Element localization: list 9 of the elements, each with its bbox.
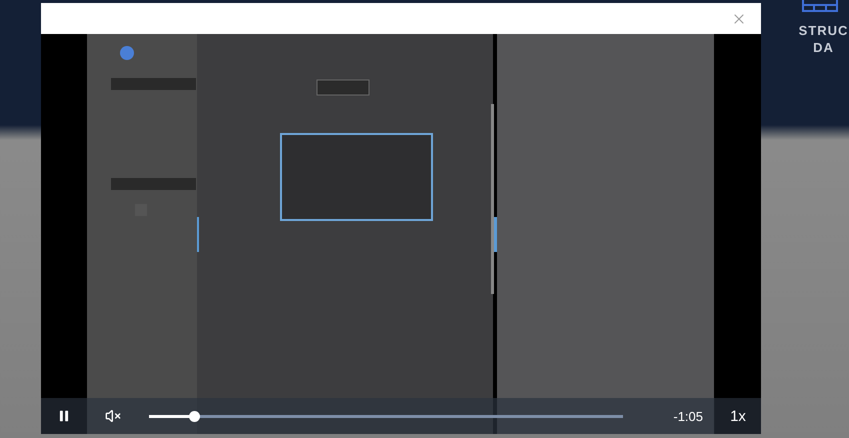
pause-icon [57,409,71,423]
pause-button[interactable] [41,398,87,434]
heading-text: STRUC [798,22,848,39]
heading-text: DA [813,39,834,56]
speed-button[interactable]: 1x [715,398,761,434]
muted-speaker-icon [105,408,121,424]
slider-thumb[interactable] [189,410,200,422]
grid-icon [802,0,838,12]
time-remaining: -1:05 [673,408,703,424]
